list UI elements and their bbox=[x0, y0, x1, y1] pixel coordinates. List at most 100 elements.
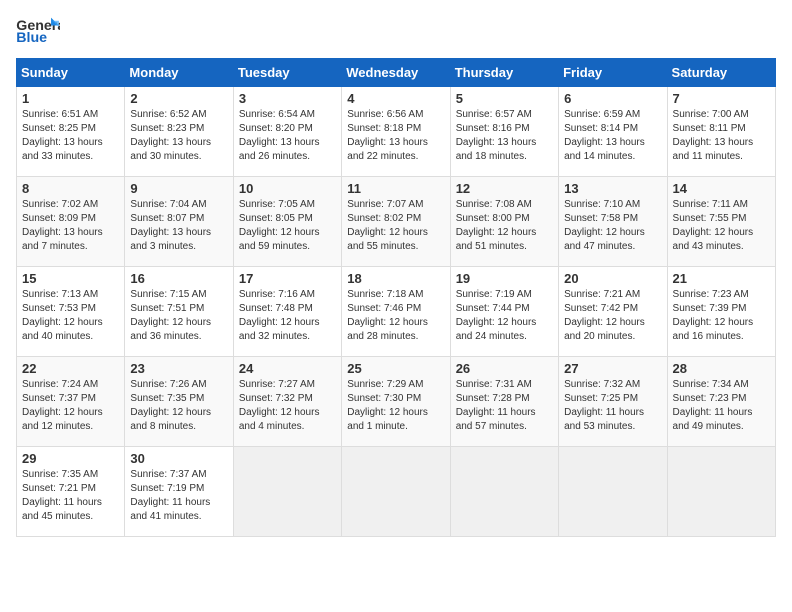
calendar-day-cell: 30Sunrise: 7:37 AM Sunset: 7:19 PM Dayli… bbox=[125, 447, 233, 537]
calendar-day-cell: 29 Sunrise: 7:35 AM Sunset: 7:21 PM Dayli… bbox=[17, 447, 125, 537]
day-info: Sunrise: 7:18 AM Sunset: 7:46 PM Dayligh… bbox=[347, 288, 444, 344]
calendar-day-cell bbox=[233, 447, 341, 537]
day-info: Sunrise: 7:19 AM Sunset: 7:44 PM Dayligh… bbox=[456, 288, 553, 344]
day-number: 6 bbox=[564, 91, 661, 106]
day-number: 7 bbox=[673, 91, 770, 106]
day-info: Sunrise: 7:04 AM Sunset: 8:07 PM Dayligh… bbox=[130, 198, 227, 254]
day-info: Sunrise: 6:51 AM Sunset: 8:25 PM Dayligh… bbox=[22, 108, 119, 164]
calendar-day-cell: 19Sunrise: 7:19 AM Sunset: 7:44 PM Dayli… bbox=[450, 267, 558, 357]
day-info: Sunrise: 7:27 AM Sunset: 7:32 PM Dayligh… bbox=[239, 378, 336, 434]
calendar-day-cell bbox=[667, 447, 775, 537]
day-number: 22 bbox=[22, 361, 119, 376]
day-number: 18 bbox=[347, 271, 444, 286]
day-info: Sunrise: 7:23 AM Sunset: 7:39 PM Dayligh… bbox=[673, 288, 770, 344]
calendar-day-cell: 13 Sunrise: 7:10 AM Sunset: 7:58 PM Dayli… bbox=[559, 177, 667, 267]
logo: General Blue bbox=[16, 16, 60, 46]
day-number: 21 bbox=[673, 271, 770, 286]
calendar-day-cell: 17 Sunrise: 7:16 AM Sunset: 7:48 PM Dayli… bbox=[233, 267, 341, 357]
calendar-day-cell: 16 Sunrise: 7:15 AM Sunset: 7:51 PM Dayli… bbox=[125, 267, 233, 357]
calendar-body: 1 Sunrise: 6:51 AM Sunset: 8:25 PM Daylig… bbox=[17, 87, 776, 537]
day-info: Sunrise: 6:57 AM Sunset: 8:16 PM Dayligh… bbox=[456, 108, 553, 164]
calendar-day-cell: 9 Sunrise: 7:04 AM Sunset: 8:07 PM Daylig… bbox=[125, 177, 233, 267]
calendar-day-cell: 14 Sunrise: 7:11 AM Sunset: 7:55 PM Dayli… bbox=[667, 177, 775, 267]
day-info: Sunrise: 7:34 AM Sunset: 7:23 PM Dayligh… bbox=[673, 378, 770, 434]
calendar-day-cell: 20 Sunrise: 7:21 AM Sunset: 7:42 PM Dayli… bbox=[559, 267, 667, 357]
calendar-week-row: 15 Sunrise: 7:13 AM Sunset: 7:53 PM Dayli… bbox=[17, 267, 776, 357]
calendar-day-header: Saturday bbox=[667, 59, 775, 87]
logo-icon: General Blue bbox=[16, 16, 60, 46]
calendar-day-cell bbox=[342, 447, 450, 537]
calendar-day-cell: 23Sunrise: 7:26 AM Sunset: 7:35 PM Dayli… bbox=[125, 357, 233, 447]
calendar-day-header: Sunday bbox=[17, 59, 125, 87]
calendar-day-cell: 27Sunrise: 7:32 AM Sunset: 7:25 PM Dayli… bbox=[559, 357, 667, 447]
calendar-day-cell bbox=[450, 447, 558, 537]
calendar-day-cell: 12Sunrise: 7:08 AM Sunset: 8:00 PM Dayli… bbox=[450, 177, 558, 267]
calendar-day-cell: 1 Sunrise: 6:51 AM Sunset: 8:25 PM Daylig… bbox=[17, 87, 125, 177]
day-number: 2 bbox=[130, 91, 227, 106]
day-info: Sunrise: 7:16 AM Sunset: 7:48 PM Dayligh… bbox=[239, 288, 336, 344]
day-number: 28 bbox=[673, 361, 770, 376]
day-number: 4 bbox=[347, 91, 444, 106]
calendar-day-cell: 28 Sunrise: 7:34 AM Sunset: 7:23 PM Dayli… bbox=[667, 357, 775, 447]
calendar-day-cell: 26 Sunrise: 7:31 AM Sunset: 7:28 PM Dayli… bbox=[450, 357, 558, 447]
day-info: Sunrise: 6:59 AM Sunset: 8:14 PM Dayligh… bbox=[564, 108, 661, 164]
calendar-day-cell: 25 Sunrise: 7:29 AM Sunset: 7:30 PM Dayli… bbox=[342, 357, 450, 447]
day-info: Sunrise: 7:08 AM Sunset: 8:00 PM Dayligh… bbox=[456, 198, 553, 254]
day-info: Sunrise: 7:11 AM Sunset: 7:55 PM Dayligh… bbox=[673, 198, 770, 254]
day-info: Sunrise: 7:00 AM Sunset: 8:11 PM Dayligh… bbox=[673, 108, 770, 164]
calendar-table: SundayMondayTuesdayWednesdayThursdayFrid… bbox=[16, 58, 776, 537]
calendar-day-header: Monday bbox=[125, 59, 233, 87]
day-number: 11 bbox=[347, 181, 444, 196]
day-info: Sunrise: 7:32 AM Sunset: 7:25 PM Dayligh… bbox=[564, 378, 661, 434]
day-info: Sunrise: 7:15 AM Sunset: 7:51 PM Dayligh… bbox=[130, 288, 227, 344]
day-number: 20 bbox=[564, 271, 661, 286]
calendar-day-cell: 21 Sunrise: 7:23 AM Sunset: 7:39 PM Dayli… bbox=[667, 267, 775, 357]
day-number: 25 bbox=[347, 361, 444, 376]
calendar-day-header: Wednesday bbox=[342, 59, 450, 87]
calendar-week-row: 22Sunrise: 7:24 AM Sunset: 7:37 PM Dayli… bbox=[17, 357, 776, 447]
day-number: 16 bbox=[130, 271, 227, 286]
day-number: 10 bbox=[239, 181, 336, 196]
calendar-week-row: 8Sunrise: 7:02 AM Sunset: 8:09 PM Daylig… bbox=[17, 177, 776, 267]
calendar-day-header: Tuesday bbox=[233, 59, 341, 87]
svg-text:Blue: Blue bbox=[16, 30, 47, 46]
day-info: Sunrise: 7:07 AM Sunset: 8:02 PM Dayligh… bbox=[347, 198, 444, 254]
day-info: Sunrise: 6:56 AM Sunset: 8:18 PM Dayligh… bbox=[347, 108, 444, 164]
day-info: Sunrise: 7:21 AM Sunset: 7:42 PM Dayligh… bbox=[564, 288, 661, 344]
calendar-day-header: Friday bbox=[559, 59, 667, 87]
calendar-day-header: Thursday bbox=[450, 59, 558, 87]
day-number: 14 bbox=[673, 181, 770, 196]
day-info: Sunrise: 7:31 AM Sunset: 7:28 PM Dayligh… bbox=[456, 378, 553, 434]
day-info: Sunrise: 7:10 AM Sunset: 7:58 PM Dayligh… bbox=[564, 198, 661, 254]
calendar-day-cell: 6 Sunrise: 6:59 AM Sunset: 8:14 PM Daylig… bbox=[559, 87, 667, 177]
day-info: Sunrise: 7:35 AM Sunset: 7:21 PM Dayligh… bbox=[22, 468, 119, 524]
page-header: General Blue bbox=[16, 16, 776, 46]
day-number: 24 bbox=[239, 361, 336, 376]
day-number: 17 bbox=[239, 271, 336, 286]
calendar-week-row: 1 Sunrise: 6:51 AM Sunset: 8:25 PM Daylig… bbox=[17, 87, 776, 177]
day-info: Sunrise: 7:05 AM Sunset: 8:05 PM Dayligh… bbox=[239, 198, 336, 254]
calendar-day-cell: 22Sunrise: 7:24 AM Sunset: 7:37 PM Dayli… bbox=[17, 357, 125, 447]
day-info: Sunrise: 7:26 AM Sunset: 7:35 PM Dayligh… bbox=[130, 378, 227, 434]
day-info: Sunrise: 7:13 AM Sunset: 7:53 PM Dayligh… bbox=[22, 288, 119, 344]
day-info: Sunrise: 7:29 AM Sunset: 7:30 PM Dayligh… bbox=[347, 378, 444, 434]
day-number: 9 bbox=[130, 181, 227, 196]
calendar-day-cell: 2 Sunrise: 6:52 AM Sunset: 8:23 PM Daylig… bbox=[125, 87, 233, 177]
day-number: 1 bbox=[22, 91, 119, 106]
calendar-day-cell: 7 Sunrise: 7:00 AM Sunset: 8:11 PM Daylig… bbox=[667, 87, 775, 177]
day-info: Sunrise: 6:52 AM Sunset: 8:23 PM Dayligh… bbox=[130, 108, 227, 164]
calendar-header-row: SundayMondayTuesdayWednesdayThursdayFrid… bbox=[17, 59, 776, 87]
day-number: 29 bbox=[22, 451, 119, 466]
calendar-day-cell: 15 Sunrise: 7:13 AM Sunset: 7:53 PM Dayli… bbox=[17, 267, 125, 357]
day-number: 26 bbox=[456, 361, 553, 376]
day-number: 30 bbox=[130, 451, 227, 466]
calendar-day-cell: 11 Sunrise: 7:07 AM Sunset: 8:02 PM Dayli… bbox=[342, 177, 450, 267]
day-info: Sunrise: 6:54 AM Sunset: 8:20 PM Dayligh… bbox=[239, 108, 336, 164]
calendar-day-cell bbox=[559, 447, 667, 537]
calendar-day-cell: 3Sunrise: 6:54 AM Sunset: 8:20 PM Daylig… bbox=[233, 87, 341, 177]
calendar-day-cell: 10 Sunrise: 7:05 AM Sunset: 8:05 PM Dayli… bbox=[233, 177, 341, 267]
day-number: 15 bbox=[22, 271, 119, 286]
day-number: 13 bbox=[564, 181, 661, 196]
calendar-day-cell: 4 Sunrise: 6:56 AM Sunset: 8:18 PM Daylig… bbox=[342, 87, 450, 177]
calendar-week-row: 29 Sunrise: 7:35 AM Sunset: 7:21 PM Dayli… bbox=[17, 447, 776, 537]
